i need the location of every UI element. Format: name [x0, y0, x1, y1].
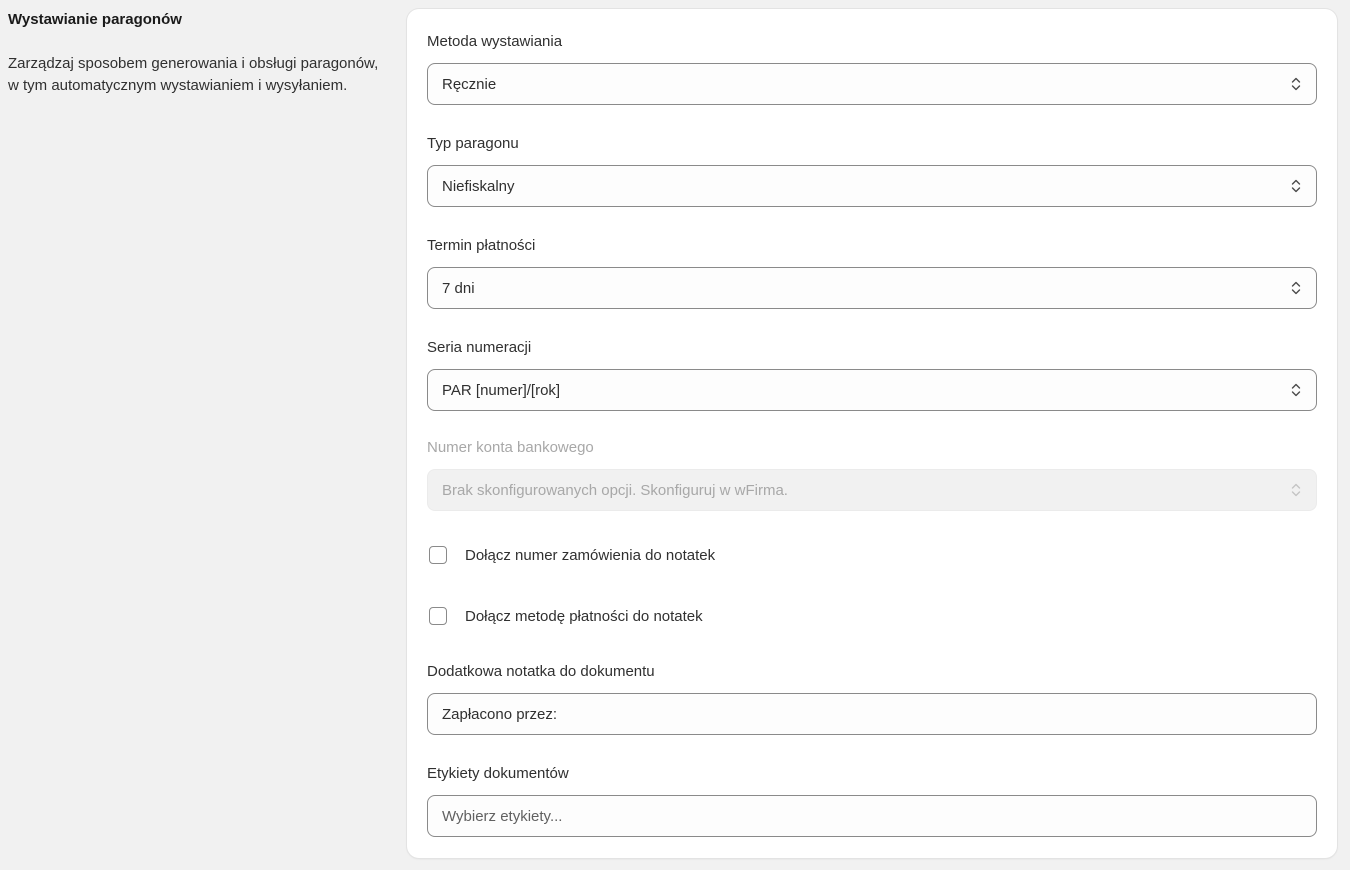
payment-term-label: Termin płatności: [427, 237, 536, 254]
include-order-number-option[interactable]: Dołącz numer zamówienia do notatek: [427, 543, 715, 567]
issue-method-field: Metoda wystawiania Ręcznie: [427, 32, 1317, 105]
document-labels-placeholder: Wybierz etykiety...: [442, 807, 563, 825]
document-labels-field: Etykiety dokumentów Wybierz etykiety...: [427, 764, 1317, 837]
numbering-series-field: Seria numeracji PAR [numer]/[rok]: [427, 338, 1317, 411]
issue-method-value: Ręcznie: [442, 75, 497, 93]
chevron-up-down-icon: [1291, 483, 1301, 497]
bank-account-select: Brak skonfigurowanych opcji. Skonfiguruj…: [427, 469, 1317, 511]
issue-method-select[interactable]: Ręcznie: [427, 63, 1317, 105]
payment-term-value: 7 dni: [442, 279, 475, 297]
receipt-type-field: Typ paragonu Niefiskalny: [427, 134, 1317, 207]
include-payment-method-checkbox[interactable]: [429, 607, 447, 625]
issue-method-label: Metoda wystawiania: [427, 33, 563, 50]
chevron-up-down-icon: [1291, 77, 1301, 91]
numbering-series-label: Seria numeracji: [427, 339, 532, 356]
numbering-series-value: PAR [numer]/[rok]: [442, 381, 561, 399]
receipt-type-select[interactable]: Niefiskalny: [427, 165, 1317, 207]
include-payment-method-label[interactable]: Dołącz metodę płatności do notatek: [465, 608, 703, 625]
include-payment-method-option[interactable]: Dołącz metodę płatności do notatek: [427, 604, 703, 628]
receipt-type-value: Niefiskalny: [442, 177, 515, 195]
bank-account-label: Numer konta bankowego: [427, 439, 594, 456]
include-order-number-label[interactable]: Dołącz numer zamówienia do notatek: [465, 547, 715, 564]
additional-note-value: Zapłacono przez:: [442, 705, 558, 723]
payment-term-field: Termin płatności 7 dni: [427, 236, 1317, 309]
bank-account-value: Brak skonfigurowanych opcji. Skonfiguruj…: [442, 481, 788, 499]
section-title: Wystawianie paragonów: [8, 11, 182, 28]
additional-note-input[interactable]: Zapłacono przez:: [427, 693, 1317, 735]
section-info: Wystawianie paragonów Zarządzaj sposobem…: [8, 10, 380, 97]
receipt-type-label: Typ paragonu: [427, 135, 519, 152]
document-labels-input[interactable]: Wybierz etykiety...: [427, 795, 1317, 837]
document-labels-label: Etykiety dokumentów: [427, 765, 569, 782]
bank-account-field: Numer konta bankowego Brak skonfigurowan…: [427, 438, 1317, 511]
additional-note-field: Dodatkowa notatka do dokumentu Zapłacono…: [427, 662, 1317, 735]
chevron-up-down-icon: [1291, 179, 1301, 193]
include-order-number-checkbox[interactable]: [429, 546, 447, 564]
section-description: Zarządzaj sposobem generowania i obsługi…: [8, 55, 379, 94]
additional-note-label: Dodatkowa notatka do dokumentu: [427, 663, 655, 680]
payment-term-select[interactable]: 7 dni: [427, 267, 1317, 309]
settings-card: Metoda wystawiania Ręcznie Typ paragonu …: [407, 9, 1337, 858]
chevron-up-down-icon: [1291, 383, 1301, 397]
numbering-series-select[interactable]: PAR [numer]/[rok]: [427, 369, 1317, 411]
chevron-up-down-icon: [1291, 281, 1301, 295]
